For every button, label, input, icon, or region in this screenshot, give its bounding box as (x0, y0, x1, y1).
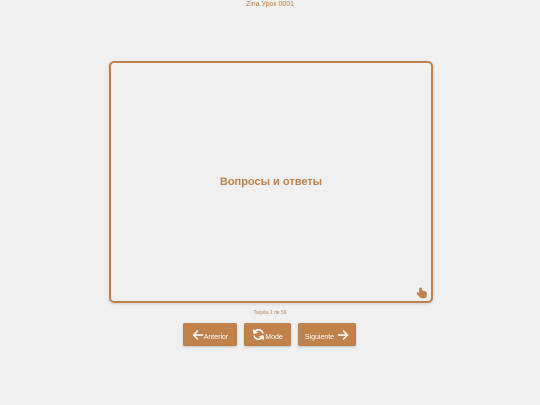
next-button[interactable]: Siguiente (298, 323, 356, 346)
previous-button-label: Anterior (203, 334, 229, 341)
refresh-icon (252, 328, 265, 341)
card-counter: Tarjeta 1 de 56 (253, 310, 287, 316)
mode-button-label: Mode (265, 334, 283, 341)
previous-button[interactable]: Anterior (183, 323, 237, 346)
app-title: Zina Урок 0001 (245, 1, 295, 8)
hand-pointer-icon (415, 286, 429, 300)
flashcard[interactable]: Вопросы и ответы (109, 61, 433, 303)
flashcard-text: Вопросы и ответы (219, 176, 323, 188)
arrow-right-icon (337, 329, 349, 341)
arrow-left-icon (192, 329, 204, 341)
next-button-label: Siguiente (304, 334, 335, 341)
mode-button[interactable]: Mode (244, 323, 291, 346)
